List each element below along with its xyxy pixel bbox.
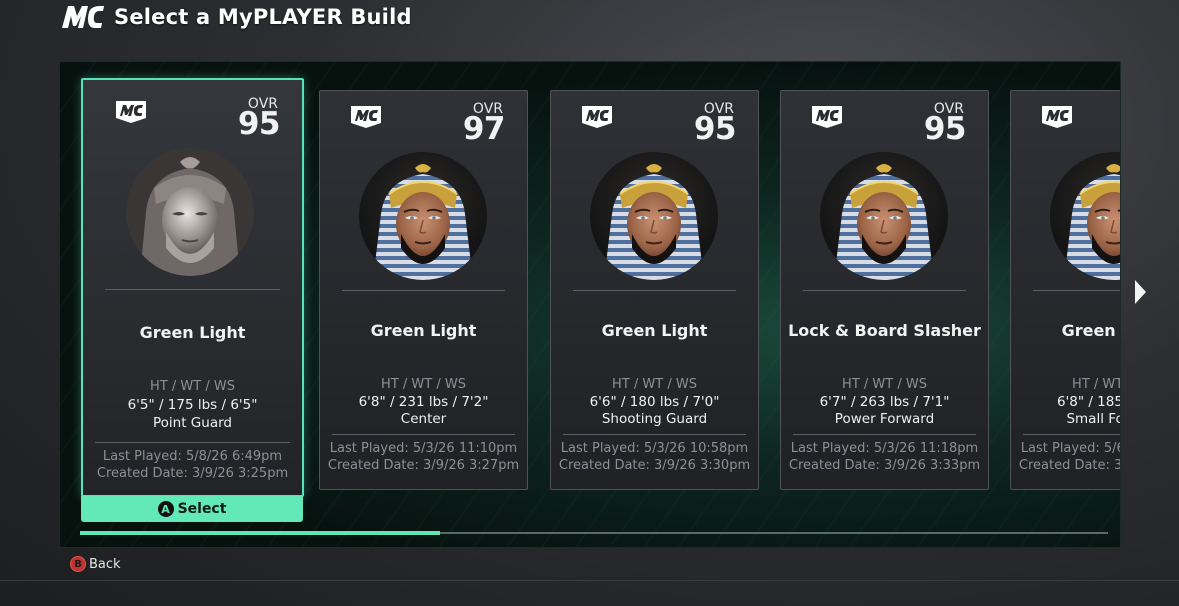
created-date: Created Date: 3/9/26 3:27pm [327, 458, 520, 473]
created-date: Created Date: 3/9/26 3:33pm [788, 458, 981, 473]
build-name: Green Light [1061, 321, 1120, 340]
page-header: Select a MyPLAYER Build [60, 0, 412, 34]
last-played: Last Played: 5/8/26 6:49pm [102, 449, 283, 464]
footer-divider [0, 580, 1179, 581]
created-date: Created Date: 3/9/26 3:30pm [558, 458, 751, 473]
build-card-3[interactable]: OVR 95 Green Light HT / WT / WS 6'6" / 1… [550, 90, 759, 490]
build-card-5[interactable]: OVR Green Light HT / WT / WS 6'8" / 185 … [1010, 90, 1121, 490]
build-card-4[interactable]: OVR 95 Lock & Board Slasher HT / WT / WS… [780, 90, 989, 490]
measurements: 6'7" / 263 lbs / 7'1" [819, 394, 950, 410]
select-button[interactable]: A Select [81, 496, 303, 522]
player-portrait [820, 152, 948, 280]
card-divider [1033, 290, 1120, 291]
player-portrait [590, 152, 718, 280]
scrollbar-thumb[interactable] [80, 531, 440, 535]
card-divider [793, 434, 976, 435]
player-position: Point Guard [153, 415, 232, 431]
build-name: Lock & Board Slasher [788, 321, 981, 340]
card-divider [332, 434, 515, 435]
build-name: Green Light [370, 321, 477, 340]
player-position: Power Forward [834, 411, 935, 427]
select-label: Select [177, 501, 227, 517]
last-played: Last Played: 5/3/26 10:58pm [560, 441, 749, 456]
ovr-value: 97 [462, 111, 506, 147]
player-portrait [126, 148, 254, 276]
ovr-value: 95 [693, 111, 737, 147]
a-button-icon: A [157, 501, 174, 517]
player-portrait [359, 152, 487, 280]
build-card-2[interactable]: OVR 97 Green Light HT / WT / WS 6'8" / 2… [319, 90, 528, 490]
last-played: Last Played: 5/3/26 11:10pm [329, 441, 518, 456]
mc-badge-icon [811, 105, 843, 129]
card-divider [1023, 434, 1120, 435]
build-carousel: OVR 95 Green Light HT / WT / WS 6'5" / 1… [59, 61, 1121, 548]
measurements: 6'8" / 185 lbs / 7' [1056, 394, 1121, 410]
last-played: Last Played: 5/3/26 11:18pm [790, 441, 979, 456]
last-played: Last Played: 5/6/26 11:02pm [1020, 441, 1120, 456]
back-label: Back [89, 556, 121, 572]
card-divider [95, 442, 290, 443]
player-position: Shooting Guard [601, 411, 708, 427]
card-divider [342, 290, 505, 291]
build-name: Green Light [139, 323, 246, 342]
attributes-label: HT / WT / WS [381, 377, 466, 392]
ovr-value: 95 [923, 111, 967, 147]
back-button[interactable]: B Back [70, 556, 121, 572]
attributes-label: HT / WT / WS [1072, 377, 1120, 392]
player-portrait [1050, 152, 1121, 280]
b-button-icon: B [70, 556, 86, 572]
build-card-1[interactable]: OVR 95 Green Light HT / WT / WS 6'5" / 1… [81, 78, 304, 497]
build-name: Green Light [601, 321, 708, 340]
mc-badge-icon [115, 100, 147, 124]
page-title: Select a MyPLAYER Build [114, 5, 412, 29]
mc-badge-icon [1041, 105, 1073, 129]
mc-badge-icon [581, 105, 613, 129]
next-arrow-icon[interactable] [1135, 280, 1146, 304]
card-divider [803, 290, 966, 291]
mc-logo-icon [60, 4, 106, 30]
ovr-value: 95 [237, 106, 281, 142]
card-divider [573, 290, 736, 291]
measurements: 6'8" / 231 lbs / 7'2" [358, 394, 489, 410]
created-date: Created Date: 3/9/26 3:25pm [96, 466, 289, 481]
card-divider [105, 289, 280, 290]
card-divider [563, 434, 746, 435]
carousel-scrollbar[interactable] [80, 531, 1108, 535]
measurements: 6'5" / 175 lbs / 6'5" [127, 397, 258, 413]
measurements: 6'6" / 180 lbs / 7'0" [589, 394, 720, 410]
player-position: Center [400, 411, 447, 427]
attributes-label: HT / WT / WS [150, 379, 235, 394]
created-date: Created Date: 3/9/26 3:36pm [1018, 458, 1120, 473]
mc-badge-icon [350, 105, 382, 129]
player-position: Small Forward [1066, 411, 1120, 427]
attributes-label: HT / WT / WS [842, 377, 927, 392]
attributes-label: HT / WT / WS [612, 377, 697, 392]
